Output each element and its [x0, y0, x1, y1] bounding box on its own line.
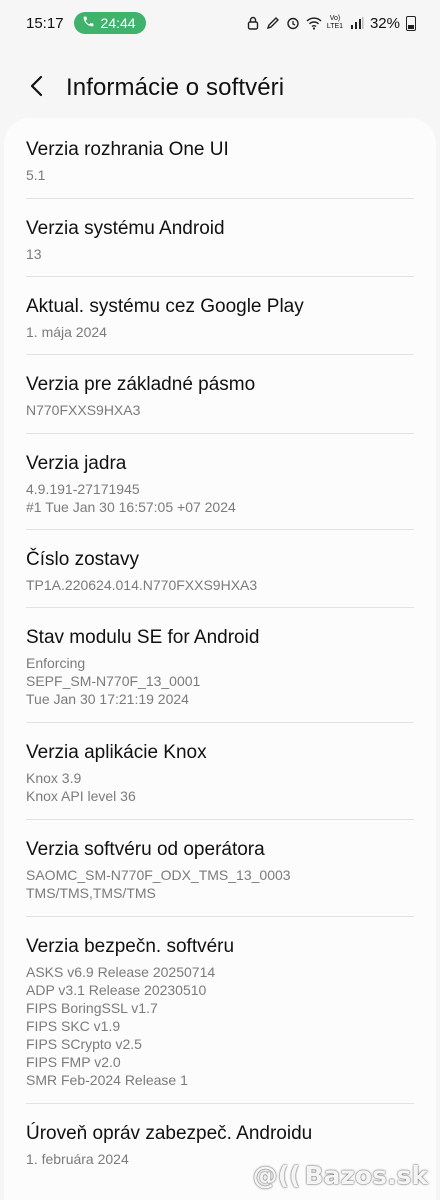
item-title: Verzia jadra — [26, 453, 127, 474]
list-item-knox-version[interactable]: Verzia aplikácie Knox Knox 3.9 Knox API … — [4, 723, 436, 820]
list-item-security-software-version[interactable]: Verzia bezpečn. softvéru ASKS v6.9 Relea… — [4, 917, 436, 1104]
call-timer: 24:44 — [100, 15, 136, 31]
software-info-list: Verzia rozhrania One UI 5.1 Verzia systé… — [4, 118, 436, 1200]
item-value: 5.1 — [26, 167, 46, 183]
list-item-baseband-version[interactable]: Verzia pre základné pásmo N770FXXS9HXA3 — [4, 355, 436, 434]
item-title: Číslo zostavy — [26, 549, 139, 570]
watermark-logo-icon: @(( — [252, 1161, 301, 1190]
item-value: N770FXXS9HXA3 — [26, 402, 141, 418]
alarm-icon — [286, 16, 300, 30]
item-title: Aktual. systému cez Google Play — [26, 296, 304, 317]
item-value: TP1A.220624.014.N770FXXS9HXA3 — [26, 577, 258, 593]
network-label: Vo) LTE1 — [326, 15, 344, 30]
battery-icon — [406, 15, 416, 31]
item-value: Knox 3.9 Knox API level 36 — [26, 770, 136, 804]
item-value: ASKS v6.9 Release 20250714 ADP v3.1 Rele… — [26, 964, 216, 1088]
chevron-left-icon — [29, 75, 43, 102]
list-item-android-version[interactable]: Verzia systému Android 13 — [4, 199, 436, 277]
list-item-one-ui-version[interactable]: Verzia rozhrania One UI 5.1 — [4, 118, 436, 199]
battery-percent: 32% — [369, 14, 400, 32]
item-title: Verzia aplikácie Knox — [26, 742, 207, 763]
item-title: Úroveň opráv zabezpeč. Androidu — [26, 1123, 313, 1144]
item-title: Verzia softvéru od operátora — [26, 839, 265, 860]
list-item-google-play-update[interactable]: Aktual. systému cez Google Play 1. mája … — [4, 277, 436, 355]
item-title: Stav modulu SE for Android — [26, 627, 260, 648]
item-value: 13 — [26, 246, 42, 262]
item-title: Verzia systému Android — [26, 218, 225, 239]
page-title: Informácie o softvéri — [66, 74, 285, 101]
item-title: Verzia pre základné pásmo — [26, 374, 256, 395]
lock-icon — [246, 16, 260, 30]
phone-icon — [82, 15, 95, 31]
status-bar: 15:17 24:44 Vo) LTE1 32% — [0, 0, 440, 46]
status-time: 15:17 — [26, 14, 64, 32]
item-title: Verzia rozhrania One UI — [26, 139, 229, 160]
list-item-se-android-status[interactable]: Stav modulu SE for Android Enforcing SEP… — [4, 608, 436, 723]
back-button[interactable] — [22, 68, 50, 108]
list-item-kernel-version[interactable]: Verzia jadra 4.9.191-27171945 #1 Tue Jan… — [4, 434, 436, 530]
list-item-carrier-software-version[interactable]: Verzia softvéru od operátora SAOMC_SM-N7… — [4, 820, 436, 917]
list-item-build-number[interactable]: Číslo zostavy TP1A.220624.014.N770FXXS9H… — [4, 530, 436, 608]
watermark-text: Bazos.sk — [304, 1161, 428, 1190]
item-value: 4.9.191-27171945 #1 Tue Jan 30 16:57:05 … — [26, 481, 236, 515]
pen-icon — [266, 16, 280, 30]
wifi-icon — [306, 16, 322, 30]
watermark: @(( Bazos.sk — [253, 1161, 428, 1190]
item-value: 1. mája 2024 — [26, 324, 107, 340]
status-icons: Vo) LTE1 32% — [246, 15, 416, 32]
item-value: Enforcing SEPF_SM-N770F_13_0001 Tue Jan … — [26, 655, 201, 707]
signal-icon — [350, 16, 364, 30]
item-value: SAOMC_SM-N770F_ODX_TMS_13_0003 TMS/TMS,T… — [26, 867, 291, 901]
item-title: Verzia bezpečn. softvéru — [26, 936, 235, 957]
call-indicator[interactable]: 24:44 — [73, 12, 146, 34]
